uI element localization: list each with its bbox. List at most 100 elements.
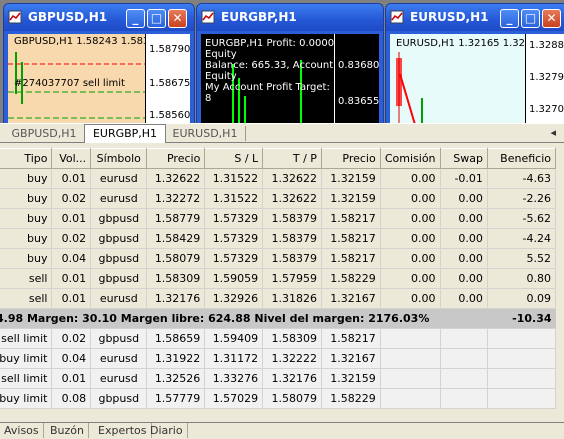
tab-gbpusd[interactable]: GBPUSD,H1: [4, 126, 85, 141]
col-header[interactable]: Símbolo: [90, 148, 148, 169]
table-cell: 1.32272: [146, 188, 206, 209]
maximize-button[interactable]: □: [521, 9, 540, 28]
chart-window-gbpusd[interactable]: GBPUSD,H1 _ □ ✕ GBPUSD,H1 1.58243 1.5835…: [3, 3, 195, 123]
minimize-button[interactable]: _: [500, 9, 519, 28]
table-cell: 1.59059: [204, 268, 264, 289]
table-cell: 1.58217: [321, 208, 381, 229]
chart-window-eurusd[interactable]: EURUSD,H1 _ □ ✕ EURUSD,H1 1.32165 1.3219…: [385, 3, 564, 123]
table-cell: sell: [0, 268, 53, 289]
table-cell: eurusd: [90, 288, 148, 309]
table-row[interactable]: buy 0.04 gbpusd 1.58079 1.57329 1.58379 1.5821…: [0, 248, 557, 269]
table-cell: buy limit: [0, 348, 53, 369]
table-cell: 0.00: [380, 208, 441, 229]
price-tick: 1.58560: [149, 110, 191, 121]
table-cell: 1.32222: [262, 348, 322, 369]
table-cell: [487, 348, 557, 369]
table-cell: 0.00: [380, 188, 441, 209]
col-header[interactable]: Beneficio: [487, 148, 557, 169]
table-cell: -2.26: [487, 188, 557, 209]
table-cell: [487, 388, 557, 409]
table-cell: 1.31522: [204, 188, 264, 209]
table-header: Tipo Vol... Símbolo Precio S / L T / P P…: [0, 148, 557, 169]
chart-title: EURGBP,H1: [221, 10, 297, 24]
table-cell: 1.32176: [146, 288, 206, 309]
table-row[interactable]: buy limit 0.08 gbpusd 1.57779 1.57029 1.58079…: [0, 388, 557, 409]
table-cell: 0.00: [440, 288, 488, 309]
chart-window-icon: [201, 10, 215, 24]
table-row[interactable]: buy 0.01 gbpusd 1.58779 1.57329 1.58379 1.5821…: [0, 208, 557, 229]
table-cell: [440, 328, 488, 349]
table-cell: 0.04: [51, 248, 92, 269]
col-header[interactable]: Comisión: [380, 148, 441, 169]
table-row[interactable]: sell 0.01 eurusd 1.32176 1.32926 1.31826 1.321…: [0, 288, 557, 309]
table-cell: gbpusd: [90, 388, 148, 409]
scroll-left-icon[interactable]: ◂: [550, 126, 556, 139]
table-cell: 1.58079: [146, 248, 206, 269]
table-row[interactable]: buy limit 0.04 eurusd 1.31922 1.31172 1.32222…: [0, 348, 557, 369]
table-cell: 0.00: [440, 228, 488, 249]
table-cell: 1.32926: [204, 288, 264, 309]
tab-buzon[interactable]: Buzón: [46, 423, 89, 438]
table-cell: 1.58309: [262, 328, 322, 349]
col-header[interactable]: Vol...: [51, 148, 92, 169]
table-cell: 0.00: [440, 248, 488, 269]
table-cell: [380, 328, 441, 349]
tab-eurusd[interactable]: EURUSD,H1: [165, 126, 246, 141]
table-cell: 0.02: [51, 228, 92, 249]
maximize-button[interactable]: □: [147, 9, 166, 28]
table-cell: [440, 368, 488, 389]
chart-plot[interactable]: GBPUSD,H1 1.58243 1.58350 #274037707 sel…: [8, 34, 162, 123]
chart-tabs: GBPUSD,H1 EURGBP,H1 EURUSD,H1 ◂: [0, 123, 564, 143]
tab-eurgbp[interactable]: EURGBP,H1: [84, 124, 166, 143]
table-cell: 0.01: [51, 168, 92, 189]
chart-title-bar[interactable]: EURGBP,H1: [197, 4, 383, 31]
chart-title-bar[interactable]: EURUSD,H1 _ □ ✕: [386, 4, 564, 31]
col-header[interactable]: T / P: [262, 148, 322, 169]
table-cell: 1.32622: [146, 168, 206, 189]
col-header[interactable]: Precio: [146, 148, 206, 169]
table-row[interactable]: sell limit 0.02 gbpusd 1.58659 1.59409 1.5830…: [0, 328, 557, 349]
chart-plot[interactable]: EURGBP,H1 Profit: 0.0000 Equity Balance:…: [201, 34, 335, 123]
table-cell: 1.57329: [204, 228, 264, 249]
table-cell: eurusd: [90, 188, 148, 209]
table-cell: 1.31826: [262, 288, 322, 309]
table-cell: 1.32159: [321, 368, 381, 389]
table-cell: eurusd: [90, 168, 148, 189]
close-button[interactable]: ✕: [542, 9, 561, 28]
table-cell: eurusd: [90, 348, 148, 369]
table-row[interactable]: buy 0.02 eurusd 1.32272 1.31522 1.32622 1.3215…: [0, 188, 557, 209]
table-row[interactable]: sell limit 0.01 eurusd 1.32526 1.33276 1.3217…: [0, 368, 557, 389]
tab-expertos[interactable]: Expertos: [94, 423, 152, 438]
col-header[interactable]: Tipo: [0, 148, 53, 169]
col-header[interactable]: Precio: [321, 148, 381, 169]
chart-title-bar[interactable]: GBPUSD,H1 _ □ ✕: [4, 4, 194, 31]
overlay-line: My Account Profit Target: 8: [205, 82, 330, 104]
minimize-button[interactable]: _: [126, 9, 145, 28]
table-cell: 1.58079: [262, 388, 322, 409]
price-bars: [396, 52, 423, 123]
table-cell: 0.00: [380, 228, 441, 249]
close-button[interactable]: ✕: [168, 9, 187, 28]
table-cell: 0.00: [380, 288, 441, 309]
chart-window-icon: [8, 10, 22, 24]
table-cell: [440, 348, 488, 369]
table-cell: 1.32167: [321, 288, 381, 309]
chart-window-eurgbp[interactable]: EURGBP,H1 EURGBP,H1 Profit: 0.0000 Equit…: [196, 3, 384, 123]
chart-plot[interactable]: EURUSD,H1 1.32165 1.32190: [390, 34, 544, 123]
tab-diario[interactable]: Diario: [146, 423, 188, 438]
col-header[interactable]: Swap: [440, 148, 488, 169]
tab-avisos[interactable]: Avisos: [0, 423, 44, 438]
table-row[interactable]: sell 0.01 gbpusd 1.58309 1.59059 1.57959 1.582…: [0, 268, 557, 289]
price-tick: 1.3288: [529, 40, 564, 51]
table-cell: 1.32622: [262, 188, 322, 209]
col-header[interactable]: S / L: [204, 148, 264, 169]
table-row[interactable]: buy 0.01 eurusd 1.32622 1.31522 1.32622 1.3215…: [0, 168, 557, 189]
order-label: #274037707 sell limit: [14, 78, 125, 89]
table-cell: buy: [0, 208, 53, 229]
price-axis: 1.58790 1.58675 1.58560: [145, 34, 190, 123]
table-cell: gbpusd: [90, 208, 148, 229]
table-cell: 1.32159: [321, 168, 381, 189]
table-row[interactable]: buy 0.02 gbpusd 1.58429 1.57329 1.58379 1.5821…: [0, 228, 557, 249]
terminal-tabs: Avisos Buzón Expertos Diario: [0, 422, 564, 439]
table-cell: 1.58779: [146, 208, 206, 229]
